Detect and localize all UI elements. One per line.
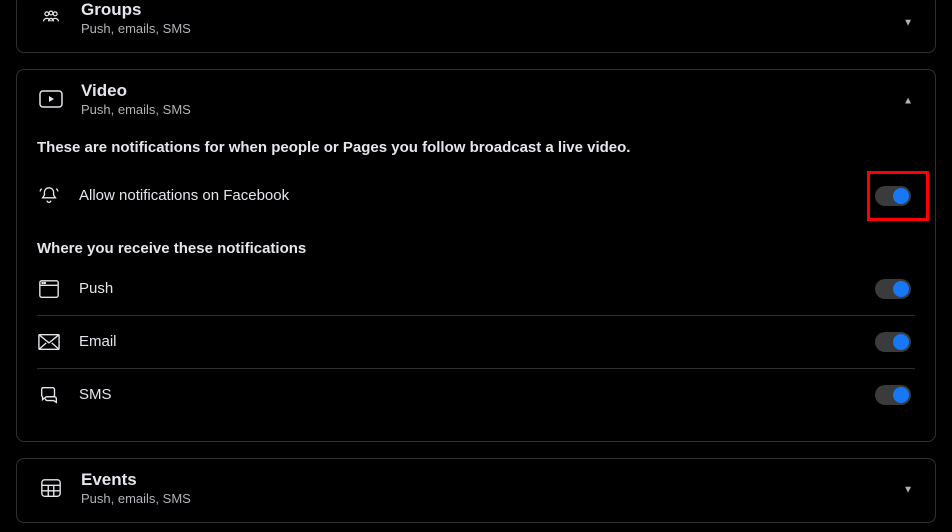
calendar-icon	[37, 476, 65, 500]
email-toggle[interactable]	[875, 332, 911, 352]
where-receive-heading: Where you receive these notifications	[37, 240, 915, 257]
sms-row: SMS	[37, 369, 915, 421]
sms-label: SMS	[79, 386, 112, 403]
bell-icon	[37, 184, 61, 208]
push-toggle[interactable]	[875, 279, 911, 299]
groups-section-card: Groups Push, emails, SMS ▼	[16, 0, 936, 53]
groups-subtitle: Push, emails, SMS	[81, 21, 191, 38]
events-section-card: Events Push, emails, SMS ▼	[16, 458, 936, 523]
video-section-card: Video Push, emails, SMS ▲ These are noti…	[16, 69, 936, 442]
email-label: Email	[79, 333, 117, 350]
groups-header[interactable]: Groups Push, emails, SMS ▼	[17, 0, 935, 52]
chevron-down-icon: ▼	[903, 485, 913, 496]
envelope-icon	[37, 330, 61, 354]
video-subtitle: Push, emails, SMS	[81, 102, 191, 119]
video-title: Video	[81, 80, 191, 102]
video-description: These are notifications for when people …	[37, 139, 915, 156]
push-label: Push	[79, 280, 113, 297]
events-title: Events	[81, 469, 191, 491]
groups-icon	[37, 6, 65, 30]
sms-toggle[interactable]	[875, 385, 911, 405]
events-subtitle: Push, emails, SMS	[81, 491, 191, 508]
allow-notifications-label: Allow notifications on Facebook	[79, 187, 289, 204]
groups-title: Groups	[81, 0, 191, 21]
allow-notifications-row: Allow notifications on Facebook	[37, 170, 915, 222]
video-icon	[37, 87, 65, 111]
events-header[interactable]: Events Push, emails, SMS ▼	[17, 459, 935, 522]
chevron-down-icon: ▼	[903, 18, 913, 29]
video-header[interactable]: Video Push, emails, SMS ▲	[17, 70, 935, 133]
chevron-up-icon: ▲	[903, 96, 913, 107]
browser-icon	[37, 277, 61, 301]
email-row: Email	[37, 316, 915, 369]
push-row: Push	[37, 263, 915, 316]
chat-icon	[37, 383, 61, 407]
allow-notifications-toggle[interactable]	[875, 186, 911, 206]
